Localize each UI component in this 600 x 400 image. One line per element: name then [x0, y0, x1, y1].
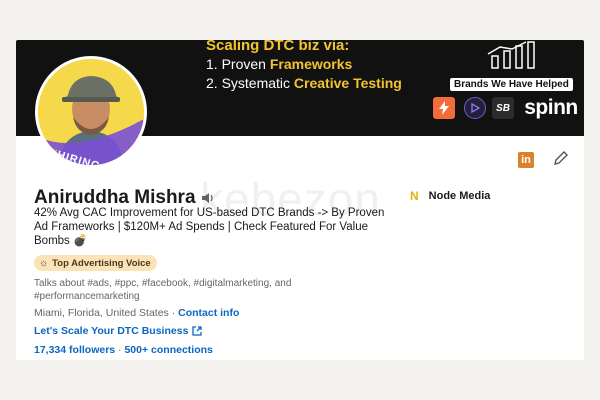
banner-headline: Scaling DTC biz via: — [206, 40, 350, 54]
contact-info-link[interactable]: Contact info — [178, 307, 239, 319]
edit-pencil-icon[interactable] — [553, 150, 569, 166]
banner-line-1: 1. Proven Frameworks — [206, 56, 352, 72]
brand-logo-play — [464, 97, 486, 119]
brand-logo-sb: SB — [492, 97, 514, 119]
profile-headline: 42% Avg CAC Improvement for US-based DTC… — [34, 207, 385, 247]
banner-line-2-prefix: 2. Systematic — [206, 75, 294, 91]
badge-label: Top Advertising Voice — [52, 257, 151, 269]
play-icon — [471, 103, 480, 113]
location-text: Miami, Florida, United States · — [34, 307, 179, 319]
location-row: Miami, Florida, United States · Contact … — [34, 307, 239, 319]
connections-link[interactable]: 500+ connections — [124, 344, 212, 356]
brands-helped-label: Brands We Have Helped — [450, 78, 573, 91]
current-company[interactable]: N Node Media — [410, 189, 490, 203]
avatar[interactable]: #HIRING — [35, 56, 147, 168]
external-link-icon — [192, 326, 203, 336]
company-logo: N — [410, 189, 419, 203]
banner-line-1-prefix: 1. Proven — [206, 56, 270, 72]
growth-chart-icon — [487, 41, 535, 69]
website-link-label: Let's Scale Your DTC Business — [34, 325, 189, 337]
brand-logo-spinn: spinn — [524, 96, 578, 119]
lightning-icon — [439, 101, 449, 115]
banner-line-2-highlight: Creative Testing — [293, 75, 402, 91]
brand-logo-lightning — [433, 97, 455, 119]
sun-icon: ☼ — [39, 257, 49, 269]
speaker-icon[interactable] — [201, 191, 215, 205]
website-link[interactable]: Let's Scale Your DTC Business — [34, 325, 203, 337]
banner-line-1-highlight: Frameworks — [269, 56, 353, 72]
talks-about: Talks about #ads, #ppc, #facebook, #digi… — [34, 278, 292, 302]
banner-line-2: 2. Systematic Creative Testing — [206, 75, 402, 91]
company-name: Node Media — [428, 190, 491, 202]
linkedin-icon[interactable]: in — [518, 152, 534, 168]
network-stats: 17,334 followers · 500+ connections — [34, 344, 213, 356]
followers-link[interactable]: 17,334 followers — [34, 344, 115, 356]
profile-card: Scaling DTC biz via: 1. Proven Framework… — [16, 40, 584, 360]
top-voice-badge[interactable]: ☼ Top Advertising Voice — [34, 255, 157, 271]
